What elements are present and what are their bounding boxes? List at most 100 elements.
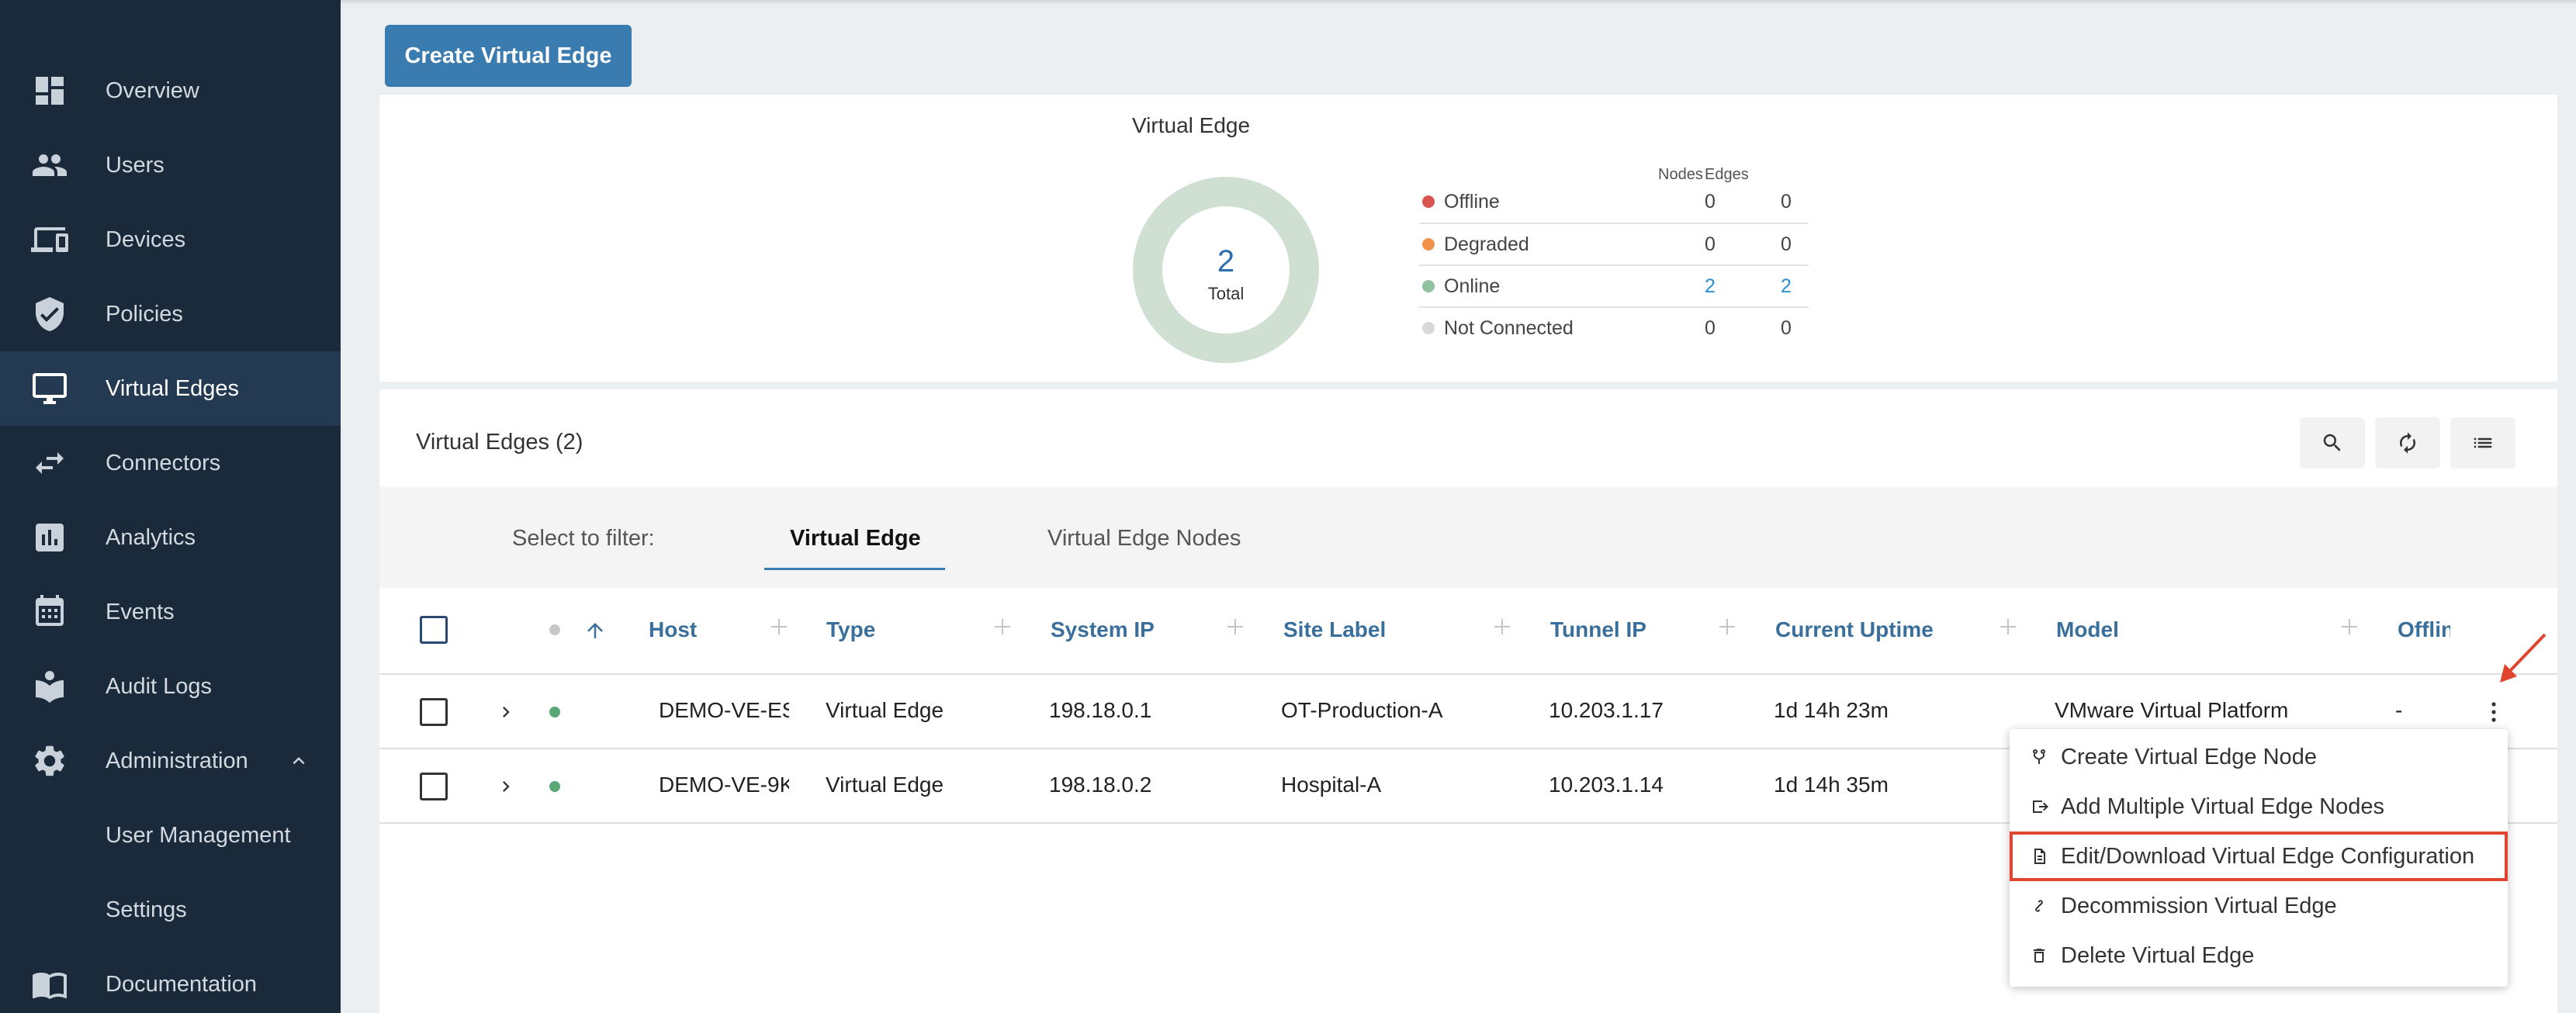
gear-icon — [31, 742, 68, 780]
legend-nodes-link[interactable]: 2 — [1698, 275, 1722, 298]
column-header-type[interactable]: Type — [826, 617, 875, 642]
sidebar-item-analytics[interactable]: Analytics — [0, 500, 341, 575]
menu-item-delete-virtual-edge[interactable]: Delete Virtual Edge — [2010, 931, 2508, 980]
sidebar-item-label: Analytics — [106, 524, 196, 550]
sidebar-item-settings[interactable]: Settings — [0, 873, 341, 947]
audit-log-icon — [31, 668, 68, 705]
column-resize-icon[interactable] — [1999, 617, 2017, 636]
chevron-right-icon[interactable] — [495, 701, 517, 723]
filter-bar — [379, 487, 2557, 588]
list-icon — [2474, 437, 2492, 448]
menu-item-decommission-virtual-edge[interactable]: Decommission Virtual Edge — [2010, 881, 2508, 931]
sidebar-item-users[interactable]: Users — [0, 128, 341, 202]
refresh-button[interactable] — [2375, 417, 2440, 468]
cell-tunnel-ip: 10.203.1.17 — [1549, 698, 1664, 722]
shield-icon — [31, 296, 68, 333]
sidebar-item-user-management[interactable]: User Management — [0, 798, 341, 873]
sidebar-item-label: Events — [106, 599, 175, 624]
sidebar-item-audit-logs[interactable]: Audit Logs — [0, 649, 341, 724]
bar-chart-icon — [31, 519, 68, 556]
summary-title: Virtual Edge — [1132, 113, 1251, 137]
column-header-current-uptime[interactable]: Current Uptime — [1775, 617, 1934, 642]
legend-label: Degraded — [1444, 233, 1529, 255]
create-virtual-edge-button[interactable]: Create Virtual Edge — [385, 25, 632, 87]
filter-tab-virtual-edge[interactable]: Virtual Edge — [790, 526, 921, 551]
sidebar-item-overview[interactable]: Overview — [0, 54, 341, 128]
online-status-dot — [549, 707, 560, 717]
sidebar-item-label: Overview — [106, 78, 199, 103]
column-header-model[interactable]: Model — [2056, 617, 2119, 642]
legend-row-degraded: Degraded 0 0 — [1419, 223, 1809, 264]
column-resize-icon[interactable] — [1493, 617, 1511, 636]
menu-item-add-multiple-virtual-edge-nodes[interactable]: Add Multiple Virtual Edge Nodes — [2010, 782, 2508, 831]
cell-model: VMware Virtual Platform — [2055, 698, 2289, 722]
cell-host[interactable]: DEMO-VE-9K — [659, 773, 789, 797]
header-border — [379, 673, 2557, 675]
sidebar-item-policies[interactable]: Policies — [0, 277, 341, 351]
column-resize-icon[interactable] — [1718, 617, 1736, 636]
annotation-arrow-icon — [2494, 630, 2551, 687]
menu-item-create-virtual-edge-node[interactable]: Create Virtual Edge Node — [2010, 732, 2508, 782]
devices-icon — [31, 221, 68, 258]
sidebar-item-label: Settings — [106, 897, 187, 922]
active-tab-indicator — [764, 568, 945, 570]
column-resize-icon[interactable] — [2340, 617, 2359, 636]
menu-item-label: Decommission Virtual Edge — [2061, 893, 2337, 918]
donut-total-label: Total — [1208, 284, 1244, 303]
column-header-site-label[interactable]: Site Label — [1283, 617, 1386, 642]
filter-tab-virtual-edge-nodes[interactable]: Virtual Edge Nodes — [1047, 526, 1241, 551]
sidebar-item-documentation[interactable]: Documentation — [0, 947, 341, 1013]
row-checkbox[interactable] — [420, 698, 448, 726]
status-donut-chart: 2 Total — [1133, 177, 1319, 363]
legend-row-not-connected: Not Connected 0 0 — [1419, 306, 1809, 348]
sidebar-item-label: Audit Logs — [106, 673, 213, 699]
legend-nodes: 0 — [1705, 190, 1716, 213]
cell-offline: - — [2395, 698, 2403, 722]
sidebar-item-events[interactable]: Events — [0, 575, 341, 649]
menu-item-label: Edit/Download Virtual Edge Configuration — [2061, 843, 2475, 869]
column-header-tunnel-ip[interactable]: Tunnel IP — [1550, 617, 1646, 642]
column-header-offline[interactable]: Offlin — [2398, 617, 2450, 642]
cell-tunnel-ip: 10.203.1.14 — [1549, 773, 1664, 797]
sidebar-item-connectors[interactable]: Connectors — [0, 426, 341, 500]
status-dot — [1422, 280, 1435, 292]
config-file-icon — [2030, 847, 2048, 866]
cell-uptime: 1d 14h 23m — [1774, 698, 1889, 722]
column-resize-icon[interactable] — [770, 617, 788, 636]
status-dot — [1422, 238, 1435, 251]
column-resize-icon[interactable] — [1226, 617, 1245, 636]
users-icon — [31, 147, 68, 184]
cell-system-ip: 198.18.0.1 — [1049, 698, 1152, 722]
column-header-system-ip[interactable]: System IP — [1051, 617, 1155, 642]
sidebar-item-virtual-edges[interactable]: Virtual Edges — [0, 351, 341, 426]
column-resize-icon[interactable] — [993, 617, 1012, 636]
sidebar-item-label: Policies — [106, 301, 183, 327]
select-all-checkbox[interactable] — [420, 616, 448, 644]
cell-system-ip: 198.18.0.2 — [1049, 773, 1152, 797]
sidebar-item-label: Documentation — [106, 971, 258, 997]
more-actions-icon[interactable] — [2486, 697, 2502, 728]
swap-arrows-icon — [31, 444, 68, 482]
table-title: Virtual Edges (2) — [416, 430, 583, 455]
sort-ascending-icon[interactable] — [583, 619, 607, 642]
legend-edges: 0 — [1781, 233, 1792, 255]
donut-total-value: 2 — [1217, 244, 1234, 278]
status-column-dot — [549, 624, 560, 635]
cell-host[interactable]: DEMO-VE-ES — [659, 698, 789, 723]
sidebar-item-label: Connectors — [106, 450, 221, 475]
row-checkbox[interactable] — [420, 773, 448, 800]
legend-row-online: Online 2 2 — [1419, 264, 1809, 306]
chevron-up-icon[interactable] — [287, 749, 310, 773]
legend-edges-link[interactable]: 2 — [1774, 275, 1798, 298]
legend-nodes: 0 — [1705, 233, 1716, 255]
sidebar-item-devices[interactable]: Devices — [0, 202, 341, 277]
menu-item-edit-download-configuration[interactable]: Edit/Download Virtual Edge Configuration — [2010, 831, 2508, 881]
cell-site-label: OT-Production-A — [1281, 698, 1443, 722]
search-button[interactable] — [2300, 417, 2365, 468]
column-settings-button[interactable] — [2450, 417, 2515, 468]
legend-edges: 0 — [1781, 316, 1792, 339]
sidebar-item-administration[interactable]: Administration — [0, 724, 341, 798]
search-icon — [2323, 434, 2341, 451]
column-header-host[interactable]: Host — [649, 617, 697, 642]
chevron-right-icon[interactable] — [495, 776, 517, 797]
